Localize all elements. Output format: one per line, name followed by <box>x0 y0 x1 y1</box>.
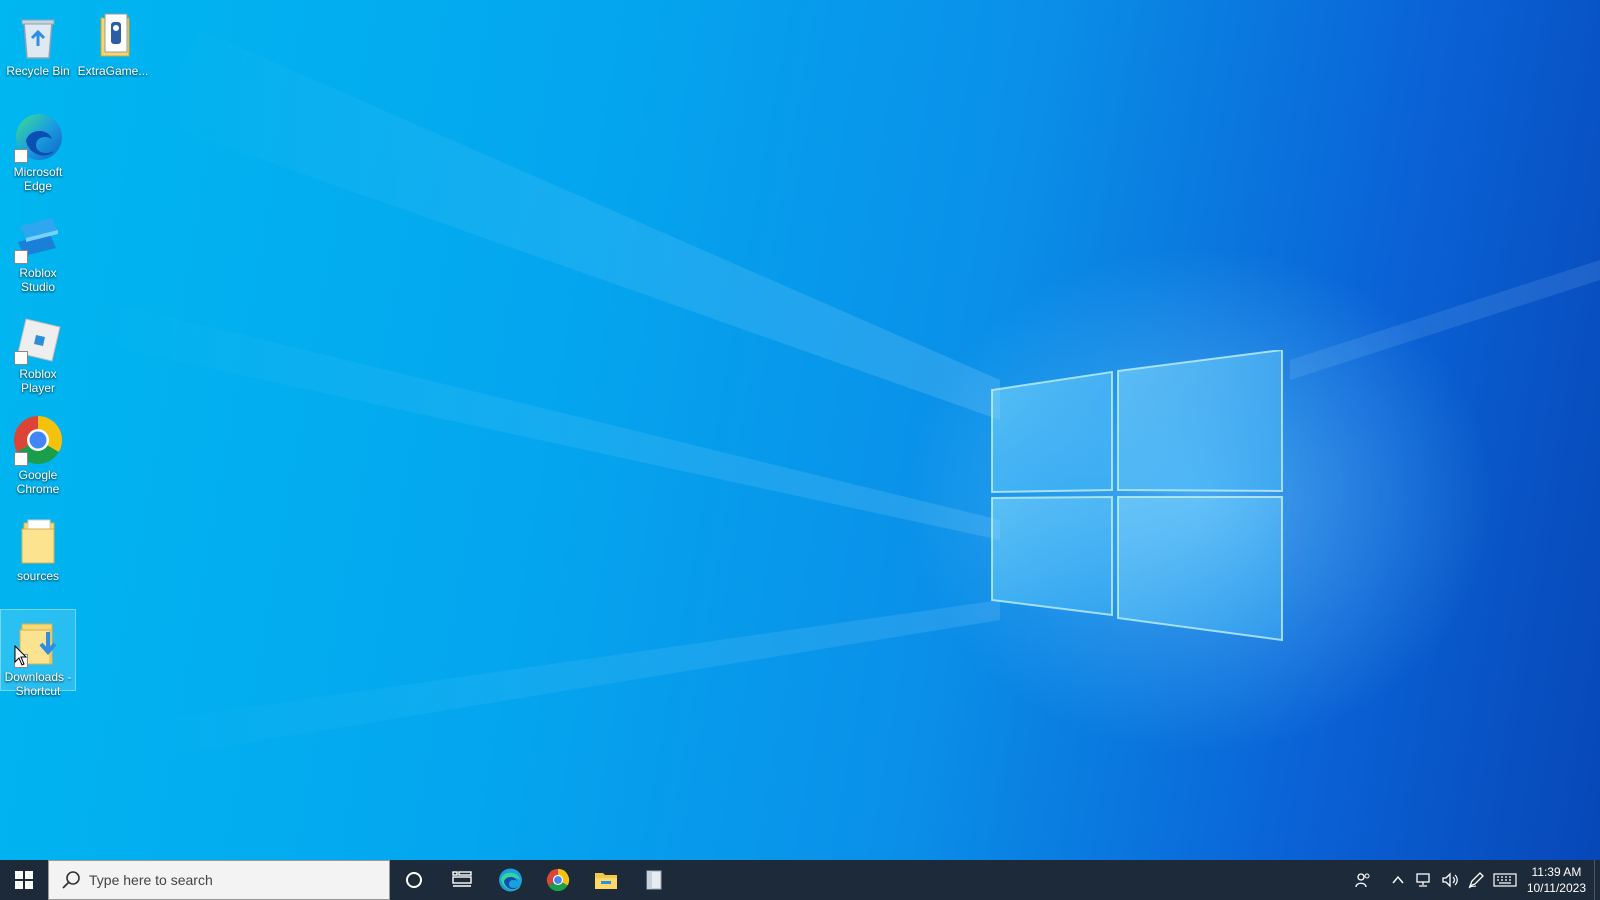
desktop-icon-label: Recycle Bin <box>6 64 70 78</box>
network-icon[interactable] <box>1412 860 1436 900</box>
desktop-icon-label: ExtraGame... <box>77 64 149 78</box>
desktop-icon-label: Microsoft Edge <box>13 165 63 193</box>
shortcut-arrow-icon <box>14 351 28 365</box>
desktop-icon-downloads-shortcut[interactable]: Downloads - Shortcut <box>0 609 76 698</box>
notepad-icon <box>646 870 662 890</box>
desktop-icon-label: sources <box>16 569 60 583</box>
desktop-icon-label: Roblox Player <box>19 367 57 395</box>
taskbar: Type here to search 11:39 AM 10/11/2023 <box>0 860 1600 900</box>
folder-icon <box>12 515 64 567</box>
chevron-up-icon[interactable] <box>1386 860 1410 900</box>
shortcut-arrow-icon <box>14 250 28 264</box>
edge-icon <box>499 868 522 892</box>
windows-start-icon <box>15 871 33 889</box>
desktop-icon-roblox-studio[interactable]: Roblox Studio <box>1 206 75 294</box>
roblox-player-icon <box>12 313 64 365</box>
desktop-icon-google-chrome[interactable]: Google Chrome <box>1 408 75 496</box>
task-view-icon <box>452 871 472 887</box>
show-desktop-button[interactable] <box>1594 860 1600 900</box>
roblox-studio-icon <box>12 212 64 264</box>
people-icon[interactable] <box>1351 860 1375 900</box>
file-explorer-icon <box>595 873 617 889</box>
desktop-icon-label: Google Chrome <box>16 468 60 496</box>
edge-icon <box>12 111 64 163</box>
taskbar-search-box[interactable]: Type here to search <box>48 860 390 900</box>
desktop-icon-recycle-bin[interactable]: Recycle Bin <box>1 4 75 78</box>
search-placeholder: Type here to search <box>89 872 213 888</box>
cortana-circle-icon <box>406 872 422 888</box>
shortcut-arrow-icon <box>14 452 28 466</box>
keyboard-icon[interactable] <box>1490 860 1520 900</box>
taskbar-clock[interactable]: 11:39 AM 10/11/2023 <box>1527 864 1586 896</box>
folder-document-icon <box>87 10 139 62</box>
task-view-button[interactable] <box>438 860 486 900</box>
recycle-bin-icon <box>12 10 64 62</box>
desktop-icon-sources[interactable]: sources <box>1 509 75 583</box>
desktop-icon-roblox-player[interactable]: Roblox Player <box>1 307 75 395</box>
desktop-icon-extragame[interactable]: ExtraGame... <box>76 4 150 78</box>
taskbar-chrome-button[interactable] <box>534 860 582 900</box>
system-tray: 11:39 AM 10/11/2023 <box>1350 860 1600 900</box>
shortcut-arrow-icon <box>14 149 28 163</box>
windows-wallpaper-logo <box>991 350 1283 642</box>
search-icon <box>62 871 80 889</box>
pen-icon[interactable] <box>1464 860 1488 900</box>
desktop-icon-label: Roblox Studio <box>19 266 57 294</box>
taskbar-file-explorer-button[interactable] <box>582 860 630 900</box>
cortana-button[interactable] <box>390 860 438 900</box>
desktop-background[interactable]: Recycle Bin ExtraGame... Microsoft Edge … <box>0 0 1600 860</box>
clock-time: 11:39 AM <box>1531 865 1582 879</box>
wallpaper-light-beams <box>80 30 1600 760</box>
volume-icon[interactable] <box>1438 860 1462 900</box>
chrome-icon <box>546 868 570 892</box>
mouse-cursor-icon <box>14 645 28 666</box>
taskbar-edge-button[interactable] <box>486 860 534 900</box>
clock-date: 10/11/2023 <box>1526 881 1586 895</box>
desktop-icon-label: Downloads - Shortcut <box>4 670 72 698</box>
taskbar-notepad-button[interactable] <box>630 860 678 900</box>
desktop-icon-microsoft-edge[interactable]: Microsoft Edge <box>1 105 75 193</box>
chrome-icon <box>12 414 64 466</box>
start-button[interactable] <box>0 860 48 900</box>
